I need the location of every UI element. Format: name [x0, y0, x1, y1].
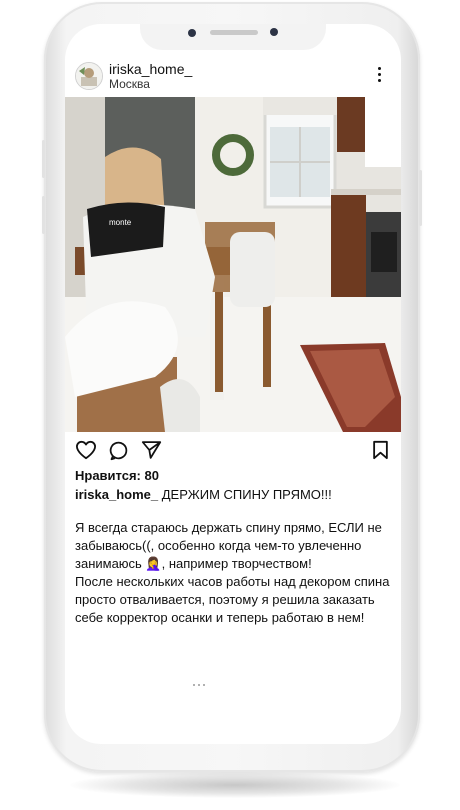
post-body-text: Я всегда стараюсь держать спину прямо, Е…: [75, 520, 390, 625]
caption-title: ДЕРЖИМ СПИНУ ПРЯМО!!!: [158, 487, 332, 502]
carousel-indicator: [193, 673, 213, 686]
avatar-image: [76, 63, 102, 89]
post-location[interactable]: Москва: [109, 77, 150, 91]
sensor-dot: [188, 29, 196, 37]
shirt-logo-text: monte: [109, 218, 132, 227]
phone-speaker: [210, 30, 258, 35]
volume-button: [42, 196, 45, 234]
more-vertical-icon[interactable]: [377, 67, 383, 85]
power-button: [419, 170, 422, 226]
likes-count[interactable]: Нравится: 80: [75, 468, 159, 483]
phone-notch: [140, 24, 326, 50]
bookmark-icon[interactable]: [372, 440, 389, 460]
post-photo-image: monte: [65, 97, 401, 432]
comment-icon[interactable]: [108, 440, 129, 461]
caption-username[interactable]: iriska_home_: [75, 487, 158, 502]
post-caption: iriska_home_ ДЕРЖИМ СПИНУ ПРЯМО!!!: [75, 487, 332, 502]
phone-shadow: [70, 772, 400, 798]
post-photo[interactable]: monte: [65, 97, 401, 432]
front-camera: [270, 28, 278, 36]
heart-icon[interactable]: [75, 440, 97, 460]
send-icon[interactable]: [141, 440, 162, 460]
avatar[interactable]: [75, 62, 103, 90]
volume-button: [42, 140, 45, 178]
post-username[interactable]: iriska_home_: [109, 61, 192, 77]
